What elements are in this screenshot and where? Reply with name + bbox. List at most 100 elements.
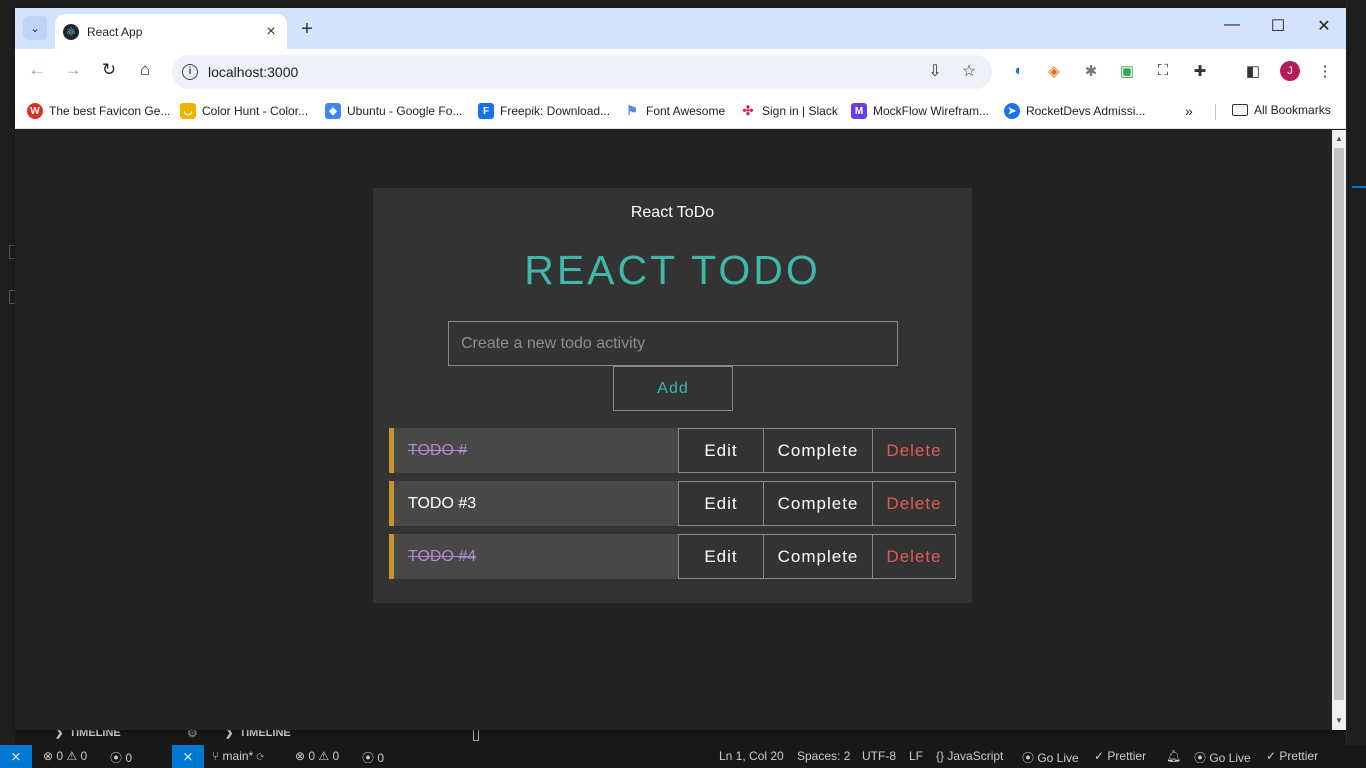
side-panel-icon[interactable]: ◧ — [1242, 62, 1264, 80]
vscode-right-panel — [1346, 0, 1366, 745]
tab-title: React App — [87, 24, 143, 39]
ports-status[interactable]: ⦿ 0 — [110, 749, 132, 766]
address-bar[interactable]: i localhost:3000 ⇩ ☆ — [172, 55, 992, 89]
vscode-status-bar: ⨯ ⊗ 0 ⚠ 0 ⦿ 0 ⨯ ⑂ main* ⟳ ⊗ 0 ⚠ 0 ⦿ 0 Ln… — [0, 745, 1366, 768]
edit-button[interactable]: Edit — [678, 481, 764, 526]
scroll-thumb[interactable] — [1334, 148, 1344, 700]
todo-input[interactable] — [448, 321, 898, 366]
tab-react-app[interactable]: ⚛ React App × — [55, 14, 287, 49]
mockflow-icon: M — [851, 103, 867, 119]
browser-window: ⌄ ⚛ React App × + — ☐ ✕ ← → ↻ ⌂ i localh… — [15, 8, 1346, 730]
all-bookmarks-label: All Bookmarks — [1254, 103, 1331, 117]
scroll-down-icon[interactable]: ▼ — [1335, 716, 1343, 725]
extension-icon[interactable]: ◐ — [1008, 62, 1030, 79]
bookmark-item[interactable]: ◆ Ubuntu - Google Fo... — [325, 103, 462, 119]
menu-icon[interactable]: ⋮ — [1314, 62, 1336, 80]
ports-status-2[interactable]: ⦿ 0 — [362, 749, 384, 766]
todo-text: TODO # — [389, 428, 678, 473]
prettier-status-2[interactable]: ✓ Prettier — [1266, 749, 1318, 763]
bookmark-label: The best Favicon Ge... — [49, 104, 171, 118]
avatar[interactable]: J — [1280, 61, 1300, 81]
bookmark-label: Color Hunt - Color... — [202, 104, 309, 118]
problems-status-2[interactable]: ⊗ 0 ⚠ 0 — [295, 749, 339, 763]
remote-icon-2[interactable]: ⨯ — [172, 745, 204, 768]
more-bookmarks-icon[interactable]: » — [1185, 103, 1193, 119]
problems-status[interactable]: ⊗ 0 ⚠ 0 — [43, 749, 87, 763]
prettier-status[interactable]: ✓ Prettier — [1094, 749, 1146, 763]
todo-item: TODO #3 Edit Complete Delete — [389, 481, 956, 526]
color-hunt-icon: ◡ — [180, 103, 196, 119]
bookmark-item[interactable]: ➤ RocketDevs Admissi... — [1004, 103, 1145, 119]
edit-button[interactable]: Edit — [678, 534, 764, 579]
bookmark-item[interactable]: ✣ Sign in | Slack — [740, 103, 838, 119]
react-icon: ⚛ — [63, 23, 79, 40]
todo-item: TODO #4 Edit Complete Delete — [389, 534, 956, 579]
close-window-button[interactable]: ✕ — [1312, 16, 1336, 36]
all-bookmarks-button[interactable]: All Bookmarks — [1232, 103, 1331, 117]
minimize-button[interactable]: — — [1220, 16, 1244, 34]
bookmark-item[interactable]: ◡ Color Hunt - Color... — [180, 103, 308, 119]
todo-text: TODO #3 — [389, 481, 678, 526]
language-mode[interactable]: {} JavaScript — [936, 749, 1003, 763]
bookmark-item[interactable]: M MockFlow Wirefram... — [851, 103, 989, 119]
home-button[interactable]: ⌂ — [133, 60, 157, 80]
bell-icon[interactable]: 🔔︎ — [1166, 749, 1181, 763]
active-indicator — [1352, 186, 1366, 188]
vscode-activity-bar — [0, 0, 15, 745]
star-icon[interactable]: ☆ — [958, 61, 980, 81]
edit-button[interactable]: Edit — [678, 428, 764, 473]
forward-button[interactable]: → — [61, 60, 85, 80]
delete-button[interactable]: Delete — [872, 481, 956, 526]
remote-icon[interactable]: ⨯ — [0, 745, 32, 768]
page-title: REACT TODO — [524, 247, 821, 293]
bookmark-label: Font Awesome — [646, 104, 726, 118]
todo-item: TODO # Edit Complete Delete — [389, 428, 956, 473]
complete-button[interactable]: Complete — [763, 428, 873, 473]
close-icon[interactable]: × — [261, 23, 281, 41]
add-button[interactable]: Add — [613, 366, 733, 411]
favicon-generator-icon: W — [27, 103, 43, 119]
bookmark-item[interactable]: ⚑ Font Awesome — [624, 103, 725, 119]
new-tab-button[interactable]: + — [297, 18, 317, 41]
install-app-icon[interactable]: ⇩ — [924, 61, 946, 81]
bookmark-label: Ubuntu - Google Fo... — [347, 104, 463, 118]
encoding[interactable]: UTF-8 — [862, 749, 896, 763]
page-scrollbar[interactable]: ▲ ▼ — [1332, 130, 1346, 730]
delete-button[interactable]: Delete — [872, 428, 956, 473]
extension-icon[interactable]: ▣ — [1116, 62, 1138, 80]
rocketdevs-icon: ➤ — [1004, 103, 1020, 119]
bookmark-item[interactable]: W The best Favicon Ge... — [27, 103, 170, 119]
url-text: localhost:3000 — [208, 64, 299, 80]
indentation[interactable]: Spaces: 2 — [797, 749, 850, 763]
tab-search-button[interactable]: ⌄ — [23, 16, 47, 40]
maximize-button[interactable]: ☐ — [1266, 16, 1290, 36]
vscode-top-strip — [0, 0, 1366, 8]
bug-icon[interactable]: ✱ — [1080, 62, 1102, 80]
info-icon[interactable]: i — [182, 64, 198, 80]
back-button[interactable]: ← — [25, 60, 49, 80]
bookmarks-bar: W The best Favicon Ge... ◡ Color Hunt - … — [15, 95, 1346, 129]
todo-text: TODO #4 — [389, 534, 678, 579]
bookmark-label: Freepik: Download... — [500, 104, 611, 118]
bookmark-item[interactable]: F Freepik: Download... — [478, 103, 610, 119]
go-live-button-2[interactable]: ⦿ Go Live — [1194, 749, 1251, 766]
complete-button[interactable]: Complete — [763, 534, 873, 579]
freepik-icon: F — [478, 103, 494, 119]
todo-app: React ToDo REACT TODO Add TODO # Edit Co… — [373, 188, 972, 603]
puzzle-icon[interactable]: ✚ — [1189, 62, 1211, 80]
go-live-button[interactable]: ⦿ Go Live — [1022, 749, 1079, 766]
complete-button[interactable]: Complete — [763, 481, 873, 526]
scroll-up-icon[interactable]: ▲ — [1335, 134, 1343, 143]
slack-icon: ✣ — [740, 103, 756, 119]
cursor-position[interactable]: Ln 1, Col 20 — [719, 749, 784, 763]
reload-button[interactable]: ↻ — [97, 60, 121, 80]
delete-button[interactable]: Delete — [872, 534, 956, 579]
bookmark-label: RocketDevs Admissi... — [1026, 104, 1146, 118]
extension-icon[interactable]: ◈ — [1043, 62, 1065, 80]
flag-icon: ⚑ — [624, 103, 640, 119]
divider — [1215, 104, 1216, 120]
screenshot-icon[interactable]: ⛶ — [1152, 62, 1174, 79]
branch-status[interactable]: ⑂ main* ⟳ — [212, 749, 264, 763]
end-of-line[interactable]: LF — [909, 749, 923, 763]
page-viewport: React ToDo REACT TODO Add TODO # Edit Co… — [15, 130, 1332, 730]
